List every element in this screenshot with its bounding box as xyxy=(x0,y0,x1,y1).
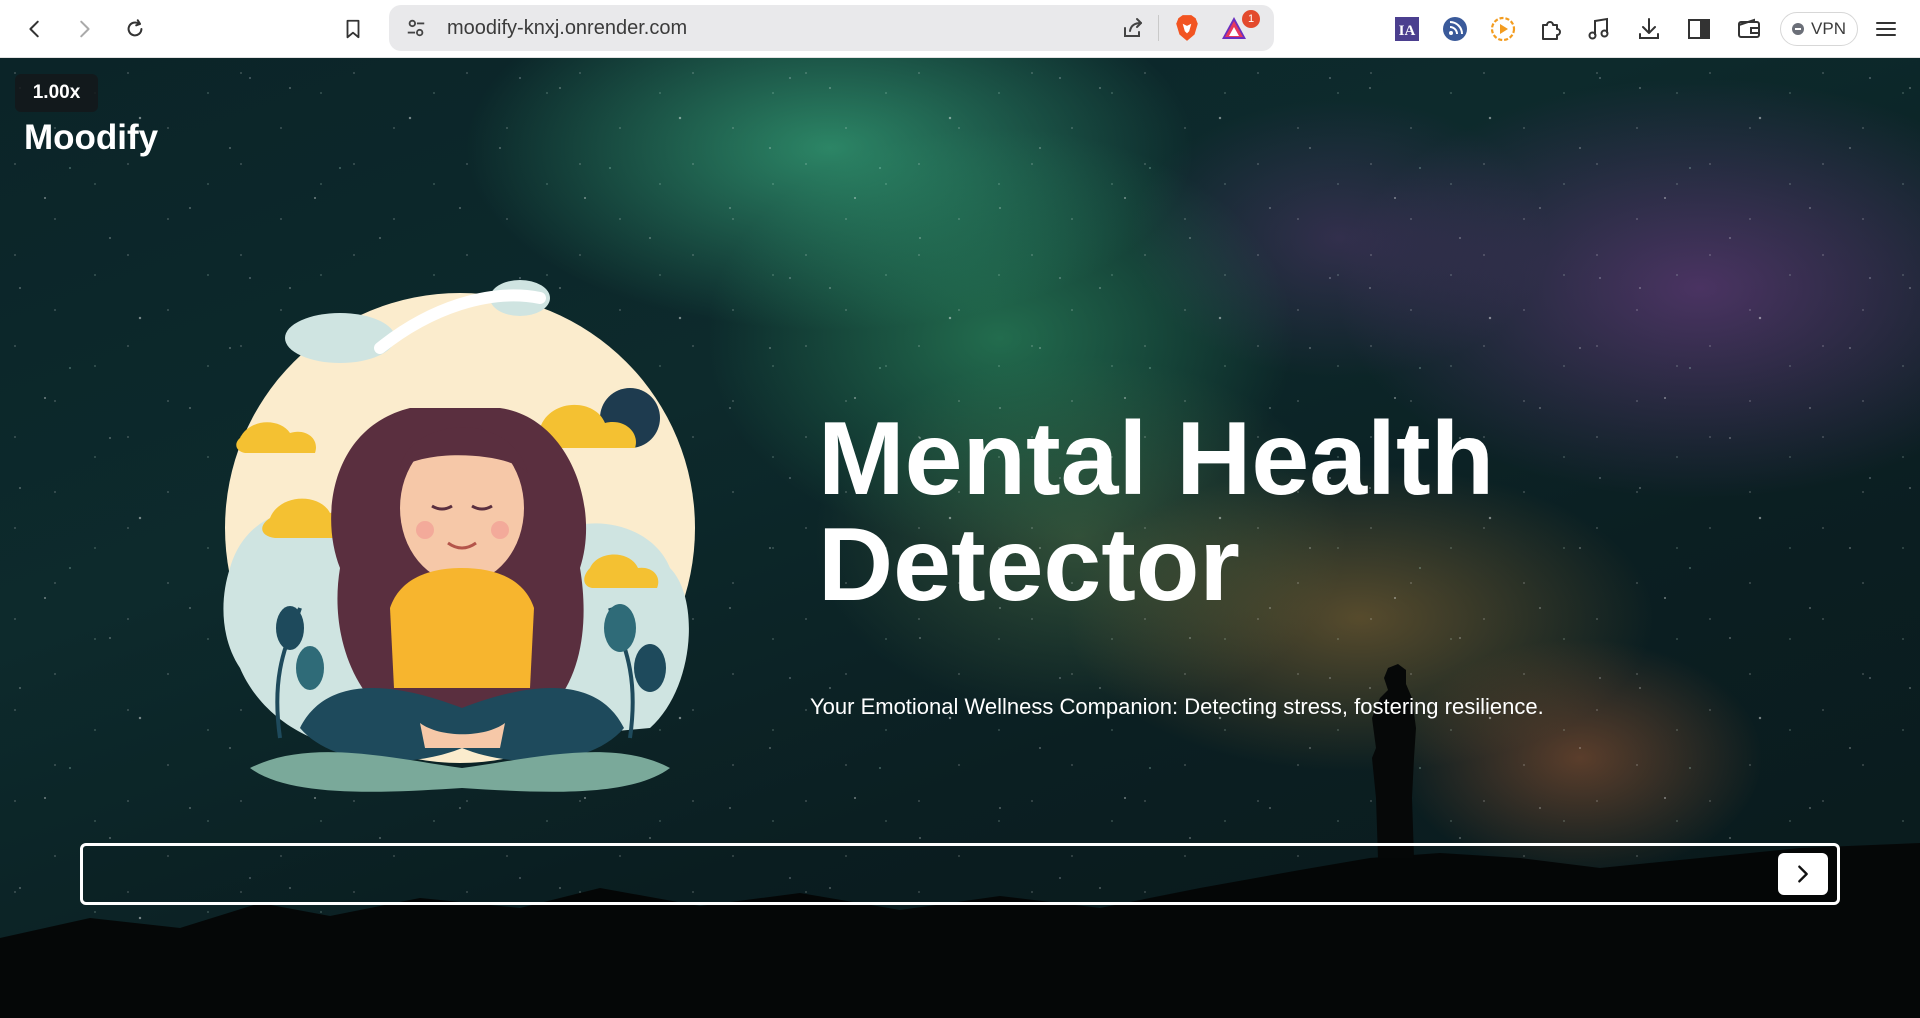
wallet-icon xyxy=(1738,18,1760,38)
music-icon xyxy=(1588,17,1609,40)
share-icon[interactable] xyxy=(1121,16,1145,40)
extensions-button[interactable] xyxy=(1537,15,1565,43)
svg-text:IA: IA xyxy=(1399,23,1416,39)
ia-extension-button[interactable]: IA xyxy=(1393,15,1421,43)
play-extension-button[interactable] xyxy=(1489,15,1517,43)
url-text[interactable]: moodify-knxj.onrender.com xyxy=(447,17,687,40)
back-button[interactable] xyxy=(18,12,52,46)
prompt-input[interactable] xyxy=(93,852,1747,898)
rss-extension-button[interactable] xyxy=(1441,15,1469,43)
site-settings-icon[interactable] xyxy=(405,17,427,39)
media-button[interactable] xyxy=(1585,15,1613,43)
extensions-icon xyxy=(1542,21,1561,40)
vpn-button[interactable]: VPN xyxy=(1780,12,1858,46)
speed-badge[interactable]: 1.00x xyxy=(15,74,98,112)
forward-button[interactable] xyxy=(67,12,101,46)
forward-arrow-icon xyxy=(80,20,90,38)
back-arrow-icon xyxy=(29,20,39,38)
vpn-status-icon xyxy=(1792,23,1805,35)
menu-button[interactable] xyxy=(1872,15,1900,43)
menu-icon xyxy=(1876,22,1896,36)
reload-icon xyxy=(127,19,143,37)
chevron-right-icon xyxy=(1798,865,1808,883)
divider xyxy=(1158,15,1159,41)
submit-button[interactable] xyxy=(1778,853,1828,895)
hero-title: Mental Health Detector xyxy=(818,406,1718,618)
rss-extension-icon xyxy=(1443,17,1467,41)
bookmark-icon xyxy=(346,19,360,39)
vpn-label: VPN xyxy=(1811,19,1846,38)
browser-toolbar: moodify-knxj.onrender.com 1 IA VPN xyxy=(0,0,1920,58)
bookmark-button[interactable] xyxy=(336,12,370,46)
page-background: 1.00x Moodify Mental Health Detector You… xyxy=(0,58,1920,1018)
ia-extension-icon: IA xyxy=(1395,17,1419,41)
address-bar[interactable]: moodify-knxj.onrender.com 1 xyxy=(389,5,1274,51)
wallet-button[interactable] xyxy=(1735,15,1763,43)
brand-logo[interactable]: Moodify xyxy=(24,118,158,158)
brave-shield-icon[interactable] xyxy=(1174,14,1200,42)
downloads-button[interactable] xyxy=(1635,15,1663,43)
rewards-badge: 1 xyxy=(1242,10,1260,28)
prompt-box xyxy=(80,843,1840,905)
reload-button[interactable] xyxy=(118,12,152,46)
meditating-woman-illustration xyxy=(223,280,695,792)
sidebar-button[interactable] xyxy=(1685,15,1713,43)
sidebar-icon xyxy=(1688,19,1710,39)
hero-title-line1: Mental Health xyxy=(818,401,1495,517)
hero-subtitle: Your Emotional Wellness Companion: Detec… xyxy=(810,694,1544,719)
download-icon xyxy=(1639,18,1659,39)
hero-title-line2: Detector xyxy=(818,507,1240,623)
play-extension-icon xyxy=(1490,16,1516,42)
